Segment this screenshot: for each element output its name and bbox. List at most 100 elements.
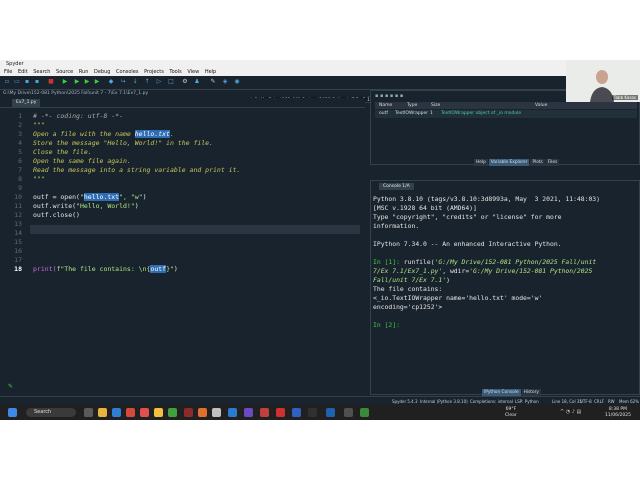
tab-files[interactable]: Files — [545, 159, 560, 166]
tab-ex7-1[interactable]: Ex7_1.py — [12, 99, 41, 107]
app-icon[interactable] — [308, 408, 317, 417]
run-cell-icon[interactable]: ▶ — [74, 79, 80, 85]
tab-history[interactable]: History — [521, 389, 541, 396]
webcam-overlay: Tabb Kasos — [566, 60, 640, 102]
table-row[interactable]: outf TextIOWrapper 1 TextIOWrapper objec… — [375, 110, 637, 118]
open-file-icon[interactable]: ▭ — [14, 79, 20, 85]
preferences-icon[interactable]: ⚙ — [182, 79, 188, 85]
code-text: Open a file with the name — [33, 130, 135, 138]
status-eol: CRLF — [594, 399, 605, 404]
app-icon[interactable] — [168, 408, 177, 417]
col-value[interactable]: Value — [535, 102, 547, 109]
menu-help[interactable]: Help — [205, 68, 216, 76]
line-number: 4 — [18, 139, 22, 147]
title-bar: Spyder — [0, 60, 640, 68]
ve-toolbar-icons[interactable]: ▪ ▪ ▪ ▪ ▪ ▪ — [375, 93, 403, 99]
step-icon[interactable]: ↪ — [120, 79, 126, 85]
menu-tools[interactable]: Tools — [169, 68, 181, 76]
status-bar: Spyder 5.4.3 Internal (Python 3.8.10) Co… — [0, 396, 640, 405]
system-tray-icons[interactable]: ^ ◔ ♪ ▤ — [560, 409, 581, 415]
tab-console-1[interactable]: Console 1/A — [379, 183, 414, 190]
var-type: TextIOWrapper — [395, 111, 429, 116]
excel-icon[interactable] — [360, 408, 369, 417]
ipython-console[interactable]: Console 1/A Python 3.8.10 (tags/v3.8.10:… — [370, 180, 640, 395]
menu-projects[interactable]: Projects — [144, 68, 164, 76]
help-icon[interactable]: ◉ — [234, 79, 240, 85]
new-file-icon[interactable]: ▫ — [4, 79, 10, 85]
tab-variable-explorer[interactable]: Variable Explorer — [488, 159, 530, 166]
var-value: TextIOWrapper object of _io module — [441, 111, 522, 116]
line-number: 9 — [18, 184, 22, 192]
step-return-icon[interactable]: ↑ — [144, 79, 150, 85]
menu-run[interactable]: Run — [79, 68, 89, 76]
code-text: . — [169, 130, 174, 138]
task-view-icon[interactable] — [84, 408, 93, 417]
code-text: ) — [173, 265, 178, 273]
weather-temp: 69°F — [505, 407, 517, 412]
code-line-11: outf.write("Hello, World!") — [33, 202, 139, 210]
app-icon[interactable] — [140, 408, 149, 417]
app-icon[interactable] — [126, 408, 135, 417]
windows-start-icon[interactable] — [8, 408, 17, 417]
outlook-icon[interactable] — [326, 408, 335, 417]
tools-icon[interactable]: ✎ — [210, 79, 216, 85]
chrome-icon[interactable] — [154, 408, 163, 417]
menu-file[interactable]: File — [4, 68, 12, 76]
tab-plots[interactable]: Plots — [530, 159, 545, 166]
col-size[interactable]: Size — [431, 102, 440, 109]
menu-view[interactable]: View — [187, 68, 199, 76]
run-selection-icon[interactable]: ▶ — [94, 79, 100, 85]
weather-widget[interactable]: 69°F Clear — [505, 407, 517, 418]
clock[interactable]: 8:38 PM 11/06/2025 — [605, 407, 631, 418]
console-string: Fall/unit 7/Ex 7.1' — [373, 276, 447, 284]
edge-icon[interactable] — [112, 408, 121, 417]
debug-icon[interactable]: ◆ — [108, 79, 114, 85]
line-number: 17 — [14, 256, 22, 264]
step-into-icon[interactable]: ↓ — [132, 79, 138, 85]
console-line: Fall/unit 7/Ex 7.1') — [373, 276, 450, 284]
spyder-icon[interactable] — [184, 408, 193, 417]
python-logo-icon[interactable]: ◈ — [222, 79, 228, 85]
maximize-pane-icon[interactable]: □ — [168, 79, 174, 85]
continue-icon[interactable]: ▷ — [156, 79, 162, 85]
app-icon[interactable] — [244, 408, 253, 417]
line-number: 7 — [18, 166, 22, 174]
python-path-icon[interactable]: ♟ — [194, 79, 200, 85]
code-text: print( — [33, 265, 57, 273]
code-editor[interactable]: 1 2 3 4 5 6 7 8 9 10 11 12 13 14 15 16 1… — [0, 108, 365, 395]
menu-search[interactable]: Search — [33, 68, 50, 76]
menu-source[interactable]: Source — [56, 68, 73, 76]
col-name[interactable]: Name — [379, 102, 392, 109]
vscode-icon[interactable] — [228, 408, 237, 417]
firefox-icon[interactable] — [198, 408, 207, 417]
app-icon[interactable] — [212, 408, 221, 417]
console-line: [MSC v.1928 64 bit (AMD64)] — [373, 204, 477, 212]
menu-edit[interactable]: Edit — [18, 68, 28, 76]
tab-ipython-console[interactable]: IPython Console — [482, 389, 521, 396]
taskbar-search[interactable]: Search — [26, 408, 76, 417]
menu-debug[interactable]: Debug — [94, 68, 110, 76]
file-explorer-icon[interactable] — [98, 408, 107, 417]
console-line: <_io.TextIOWrapper name='hello.txt' mode… — [373, 294, 543, 302]
col-type[interactable]: Type — [407, 102, 417, 109]
current-line-highlight — [30, 225, 360, 234]
stop-icon[interactable]: ■ — [48, 79, 54, 85]
highlighted-occurrence: hello.txt — [83, 193, 120, 201]
app-icon[interactable] — [260, 408, 269, 417]
menu-consoles[interactable]: Consoles — [116, 68, 138, 76]
run-icon[interactable]: ▶ — [62, 79, 68, 85]
console-line: In [1]: runfile('G:/My Drive/152-081 Pyt… — [373, 258, 596, 266]
app-icon[interactable] — [344, 408, 353, 417]
presenter-name: Tabb Kasos — [611, 95, 638, 100]
run-cell-advance-icon[interactable]: ▶ — [84, 79, 90, 85]
acrobat-icon[interactable] — [276, 408, 285, 417]
word-icon[interactable] — [292, 408, 301, 417]
console-text: ) — [446, 276, 450, 284]
tab-help[interactable]: Help — [474, 159, 488, 166]
status-interpreter[interactable]: Internal (Python 3.8.10) — [420, 397, 468, 405]
save-all-icon[interactable]: ▪ — [34, 79, 40, 85]
status-cursor-position: Line 18, Col 35 — [552, 399, 582, 404]
code-line-10: outf = open("hello.txt", "w") — [33, 193, 147, 201]
code-line-4: Store the message "Hello, World!" in the… — [33, 139, 214, 147]
save-icon[interactable]: ▪ — [24, 79, 30, 85]
